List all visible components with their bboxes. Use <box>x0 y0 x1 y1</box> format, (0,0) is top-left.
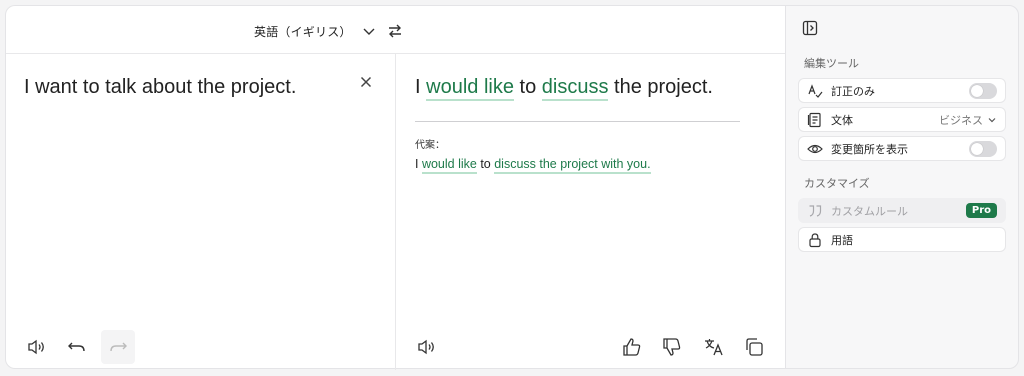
style-row[interactable]: 文体 ビジネス <box>798 107 1006 132</box>
style-value: ビジネス <box>939 113 983 127</box>
translation-divider <box>415 121 740 122</box>
redo-icon <box>110 342 127 352</box>
translation-segment-highlight[interactable]: would like <box>426 76 514 101</box>
corrections-only-row[interactable]: 訂正のみ <box>798 78 1006 103</box>
lock-icon <box>807 232 823 248</box>
chevron-down-icon <box>363 28 375 35</box>
sidebar-toggle-icon[interactable] <box>802 20 818 36</box>
thumbs-up-icon[interactable] <box>621 336 643 358</box>
eye-icon <box>807 141 823 157</box>
custom-rules-label: カスタムルール <box>831 204 908 218</box>
alternative-segment-highlight[interactable]: would like <box>421 157 477 174</box>
translation-segment-text: to <box>513 76 542 98</box>
translator-card: 英語（イギリス） I want to talk about the projec… <box>5 5 786 370</box>
edit-tools-title: 編集ツール <box>804 57 859 70</box>
translation-segment-text: the project. <box>608 76 713 98</box>
target-language-select[interactable]: 英語（イギリス） <box>254 20 376 42</box>
language-bar: 英語（イギリス） <box>6 6 786 54</box>
thumbs-down-icon[interactable] <box>661 336 683 358</box>
pane-divider <box>395 54 396 370</box>
speaker-icon[interactable] <box>416 336 438 358</box>
redo-button[interactable] <box>101 330 135 364</box>
document-style-icon <box>807 112 823 128</box>
speaker-icon[interactable] <box>26 336 48 358</box>
sidebar: 編集ツール 訂正のみ 文体 ビジネス 変更箇所を表示 カスタマイズ カスタムルー… <box>785 5 1019 369</box>
close-icon[interactable] <box>358 74 374 90</box>
glossary-label: 用語 <box>831 233 853 247</box>
glossary-row[interactable]: 用語 <box>798 227 1006 252</box>
spellcheck-icon <box>807 83 823 99</box>
show-changes-row[interactable]: 変更箇所を表示 <box>798 136 1006 161</box>
corrections-only-toggle[interactable] <box>969 82 997 99</box>
quote-icon <box>807 203 823 219</box>
custom-rules-row: カスタムルール Pro <box>798 198 1006 223</box>
translation-segment-highlight[interactable]: discuss <box>541 76 609 101</box>
alternative-segment-text: I <box>415 157 422 171</box>
pro-badge: Pro <box>965 203 997 218</box>
alternative-segment-highlight[interactable]: discuss the project with you. <box>494 157 651 174</box>
alternative-segment-text: to <box>476 157 495 171</box>
corrections-only-label: 訂正のみ <box>831 84 875 98</box>
target-language-label: 英語（イギリス） <box>254 24 352 39</box>
style-label: 文体 <box>831 113 853 127</box>
chevron-down-icon <box>988 117 996 122</box>
swap-languages-icon[interactable] <box>386 22 404 40</box>
alternative-label: 代案： <box>415 140 445 151</box>
translate-icon[interactable] <box>703 336 725 358</box>
style-dropdown[interactable]: ビジネス <box>939 112 997 128</box>
translation-segment-text: I <box>415 76 427 98</box>
copy-icon[interactable] <box>743 336 765 358</box>
alternative-suggestion[interactable]: I would like to discuss the project with… <box>415 157 651 174</box>
customize-title: カスタマイズ <box>804 177 870 190</box>
show-changes-label: 変更箇所を表示 <box>831 142 908 156</box>
undo-icon[interactable] <box>66 336 88 358</box>
show-changes-toggle[interactable] <box>969 140 997 157</box>
source-text-input[interactable]: I want to talk about the project. <box>24 76 344 99</box>
translation-output: I would like to discuss the project. <box>415 76 755 101</box>
